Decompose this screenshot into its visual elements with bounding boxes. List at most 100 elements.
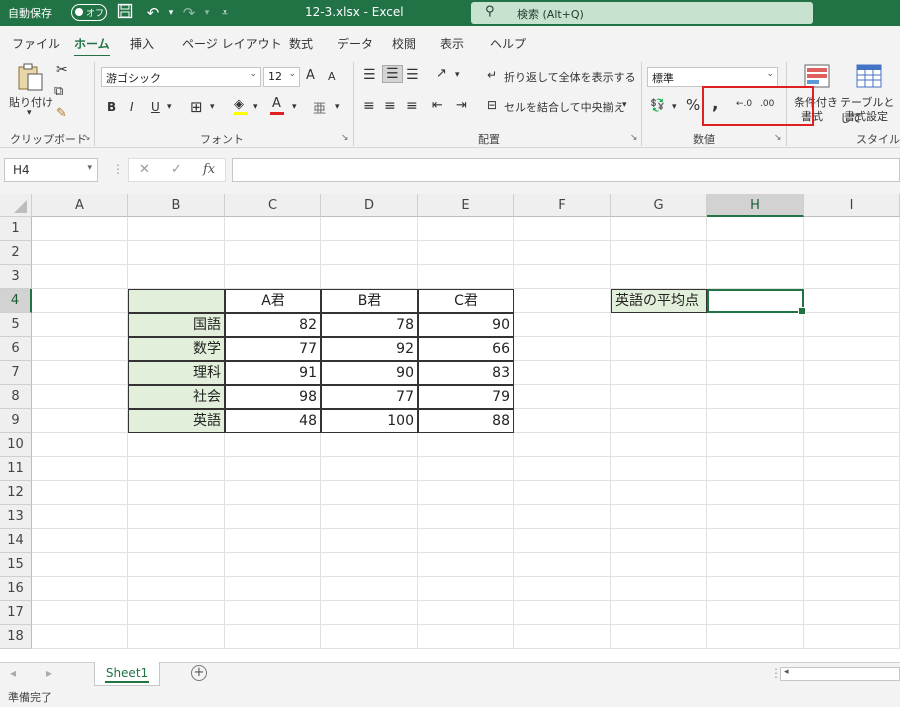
cell-i14[interactable]: [804, 529, 900, 553]
cell-f8[interactable]: [514, 385, 611, 409]
cell-b18[interactable]: [128, 625, 225, 649]
cell-h6[interactable]: [707, 337, 804, 361]
score-cell[interactable]: 88: [418, 409, 514, 433]
underline-button[interactable]: U: [151, 100, 160, 114]
cell-b1[interactable]: [128, 217, 225, 241]
cell-e11[interactable]: [418, 457, 514, 481]
cell-d18[interactable]: [321, 625, 418, 649]
cell-a13[interactable]: [32, 505, 128, 529]
number-format-select[interactable]: 標準 ⌄: [647, 67, 778, 87]
cell-c11[interactable]: [225, 457, 321, 481]
cell-f1[interactable]: [514, 217, 611, 241]
cell-c13[interactable]: [225, 505, 321, 529]
row-header-5[interactable]: 5: [0, 313, 32, 337]
format-painter-icon[interactable]: ✎: [56, 106, 67, 121]
align-top-icon[interactable]: ☰: [363, 67, 376, 83]
cell-e2[interactable]: [418, 241, 514, 265]
cell-f11[interactable]: [514, 457, 611, 481]
cell-h2[interactable]: [707, 241, 804, 265]
cell-g2[interactable]: [611, 241, 707, 265]
cell-h11[interactable]: [707, 457, 804, 481]
cell-d16[interactable]: [321, 577, 418, 601]
cell-h15[interactable]: [707, 553, 804, 577]
subject-cell[interactable]: 社会: [128, 385, 225, 409]
subject-cell[interactable]: 理科: [128, 361, 225, 385]
cell-f13[interactable]: [514, 505, 611, 529]
cell-c17[interactable]: [225, 601, 321, 625]
subject-cell[interactable]: 英語: [128, 409, 225, 433]
column-header-e[interactable]: E: [418, 194, 514, 217]
cell-c12[interactable]: [225, 481, 321, 505]
tab-help[interactable]: ヘルプ: [490, 35, 526, 52]
cell-d11[interactable]: [321, 457, 418, 481]
cell-f2[interactable]: [514, 241, 611, 265]
row-header-3[interactable]: 3: [0, 265, 32, 289]
row-header-4[interactable]: 4: [0, 289, 32, 313]
increase-indent-icon[interactable]: ⇥: [456, 98, 467, 113]
cell-a6[interactable]: [32, 337, 128, 361]
cell-a1[interactable]: [32, 217, 128, 241]
cell-h1[interactable]: [707, 217, 804, 241]
cell-f4[interactable]: [514, 289, 611, 313]
row-header-17[interactable]: 17: [0, 601, 32, 625]
font-name-select[interactable]: 游ゴシック ⌄: [101, 67, 261, 87]
align-bottom-icon[interactable]: ☰: [406, 67, 419, 83]
cell-g7[interactable]: [611, 361, 707, 385]
cell-g18[interactable]: [611, 625, 707, 649]
tab-insert[interactable]: 挿入: [130, 35, 154, 52]
row-header-2[interactable]: 2: [0, 241, 32, 265]
bold-button[interactable]: B: [107, 100, 116, 114]
cell-a5[interactable]: [32, 313, 128, 337]
cell-f9[interactable]: [514, 409, 611, 433]
font-size-select[interactable]: 12 ⌄: [263, 67, 300, 87]
cell-c18[interactable]: [225, 625, 321, 649]
cell-a9[interactable]: [32, 409, 128, 433]
cell-b16[interactable]: [128, 577, 225, 601]
score-cell[interactable]: 83: [418, 361, 514, 385]
subject-cell[interactable]: 国語: [128, 313, 225, 337]
align-center-icon[interactable]: ≡: [384, 98, 396, 114]
cell-d2[interactable]: [321, 241, 418, 265]
cell-i16[interactable]: [804, 577, 900, 601]
cell-b17[interactable]: [128, 601, 225, 625]
tab-data[interactable]: データ: [337, 35, 373, 52]
cell-b11[interactable]: [128, 457, 225, 481]
cell-g11[interactable]: [611, 457, 707, 481]
phonetic-icon[interactable]: 亜: [313, 98, 326, 117]
font-color-icon[interactable]: A: [272, 96, 281, 111]
score-cell[interactable]: 66: [418, 337, 514, 361]
cell-d15[interactable]: [321, 553, 418, 577]
cell-g14[interactable]: [611, 529, 707, 553]
cell-i8[interactable]: [804, 385, 900, 409]
tab-review[interactable]: 校閲: [392, 35, 416, 52]
currency-dropdown-icon[interactable]: ▾: [672, 102, 677, 112]
row-header-10[interactable]: 10: [0, 433, 32, 457]
cell-b2[interactable]: [128, 241, 225, 265]
clipboard-launcher-icon[interactable]: ↘: [83, 133, 91, 143]
cell-e15[interactable]: [418, 553, 514, 577]
underline-dropdown-icon[interactable]: ▾: [167, 102, 172, 112]
cell-i10[interactable]: [804, 433, 900, 457]
column-header-g[interactable]: G: [611, 194, 707, 217]
cell-b15[interactable]: [128, 553, 225, 577]
cell-i6[interactable]: [804, 337, 900, 361]
score-cell[interactable]: 78: [321, 313, 418, 337]
cell-d13[interactable]: [321, 505, 418, 529]
cell-a10[interactable]: [32, 433, 128, 457]
cell-d17[interactable]: [321, 601, 418, 625]
align-right-icon[interactable]: ≡: [406, 98, 418, 114]
cell-f7[interactable]: [514, 361, 611, 385]
column-header-h[interactable]: H: [707, 194, 804, 217]
cell-a4[interactable]: [32, 289, 128, 313]
cell-g17[interactable]: [611, 601, 707, 625]
row-header-9[interactable]: 9: [0, 409, 32, 433]
decrease-indent-icon[interactable]: ⇤: [432, 98, 443, 113]
cell-g13[interactable]: [611, 505, 707, 529]
scroll-left-icon[interactable]: ◂: [784, 667, 789, 677]
cell-i4[interactable]: [804, 289, 900, 313]
row-header-13[interactable]: 13: [0, 505, 32, 529]
row-header-8[interactable]: 8: [0, 385, 32, 409]
cell-c10[interactable]: [225, 433, 321, 457]
tab-home[interactable]: ホーム: [74, 35, 110, 58]
score-cell[interactable]: 92: [321, 337, 418, 361]
